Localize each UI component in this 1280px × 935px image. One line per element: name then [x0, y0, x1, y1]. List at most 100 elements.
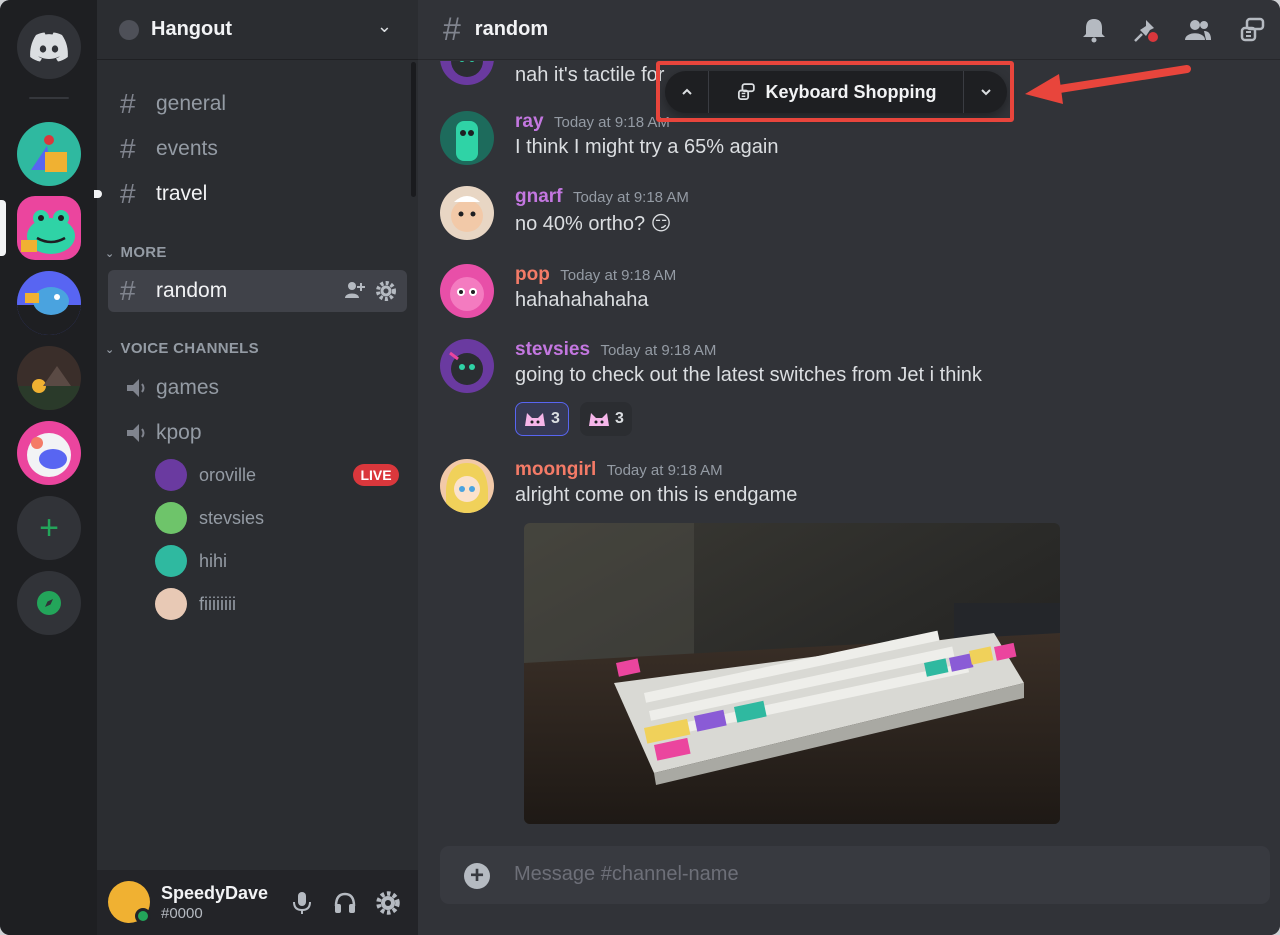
message-header: stevsies Today at 9:18 AM — [515, 339, 716, 361]
explore-servers-button[interactable] — [17, 571, 81, 635]
rail-separator — [29, 97, 69, 99]
channel-random[interactable]: # random — [108, 270, 407, 312]
timestamp: Today at 9:18 AM — [600, 342, 717, 359]
server-icon-5[interactable] — [17, 421, 81, 485]
avatar[interactable] — [440, 61, 494, 85]
message-text: nah it's tactile for — [515, 64, 665, 86]
frog-server-icon — [17, 196, 81, 260]
keyboard-photo-icon — [524, 523, 1060, 824]
cat-emoji-icon — [589, 413, 609, 426]
reaction-button[interactable]: 3 — [515, 402, 569, 436]
server-name: Hangout — [151, 18, 233, 40]
author-name[interactable]: moongirl — [515, 459, 596, 480]
category-more[interactable]: ⌄ MORE — [105, 244, 167, 261]
message-text: going to check out the latest switches f… — [515, 364, 982, 386]
sidebar-scrollbar[interactable] — [411, 62, 416, 197]
hash-icon: # — [120, 88, 136, 119]
timestamp: Today at 9:18 AM — [606, 462, 723, 479]
user-panel: SpeedyDave #0000 — [97, 870, 418, 935]
voice-user-name: oroville — [199, 464, 257, 485]
message-text: hahahahahaha — [515, 289, 649, 311]
add-server-button[interactable]: + — [17, 496, 81, 560]
channel-label: events — [156, 137, 218, 160]
server-art-icon — [17, 421, 81, 485]
server-header[interactable]: Hangout ⌄ — [97, 0, 418, 60]
home-button[interactable] — [17, 15, 81, 79]
threads-icon[interactable] — [1238, 16, 1266, 44]
message-text: no 40% ortho? 😏 — [515, 213, 672, 235]
reaction-button[interactable]: 3 — [580, 402, 632, 436]
avatar[interactable] — [440, 111, 494, 165]
author-name[interactable]: gnarf — [515, 186, 563, 207]
image-attachment[interactable] — [524, 523, 1060, 824]
headphones-icon[interactable] — [332, 890, 358, 916]
chevron-down-icon: ⌄ — [376, 16, 392, 36]
message-input[interactable]: Message #channel-name — [514, 863, 739, 886]
avatar[interactable] — [440, 186, 494, 240]
online-status-icon — [135, 908, 151, 924]
author-name[interactable]: pop — [515, 264, 550, 285]
cat-emoji-icon — [525, 413, 545, 426]
channel-title: random — [474, 18, 549, 40]
members-icon[interactable] — [1184, 16, 1212, 44]
voice-user-oroville[interactable]: oroville — [155, 459, 256, 491]
avatar[interactable] — [440, 264, 494, 318]
chevron-down-icon: ⌄ — [105, 248, 115, 260]
channel-label: general — [156, 92, 227, 115]
bell-icon[interactable] — [1080, 16, 1108, 44]
chat-area: # random nah it's tactile for ray Today … — [418, 0, 1280, 935]
reaction-count: 3 — [551, 410, 560, 427]
server-icon-1[interactable] — [17, 122, 81, 186]
author-name[interactable]: stevsies — [515, 339, 590, 360]
message-text: I think I might try a 65% again — [515, 136, 779, 158]
timestamp: Today at 9:18 AM — [553, 114, 670, 131]
message-header: moongirl Today at 9:18 AM — [515, 459, 723, 481]
avatar-art-icon — [449, 351, 483, 385]
user-tag: #0000 — [161, 905, 203, 922]
avatar-art-icon — [451, 61, 483, 77]
server-rail: + — [0, 0, 97, 935]
voice-user-fiiiiiiii[interactable]: fiiiiiiii — [155, 588, 236, 620]
hash-icon: # — [120, 178, 136, 209]
category-voice[interactable]: ⌄ VOICE CHANNELS — [105, 340, 259, 357]
server-icon-hangout[interactable] — [17, 196, 81, 260]
author-name[interactable]: ray — [515, 111, 544, 132]
selected-server-indicator — [0, 200, 6, 256]
avatar[interactable] — [440, 459, 494, 513]
message-header: ray Today at 9:18 AM — [515, 111, 670, 133]
channel-label: kpop — [156, 421, 202, 444]
channel-events[interactable]: # events — [108, 128, 407, 170]
invite-icon[interactable] — [344, 280, 366, 300]
server-icon-4[interactable] — [17, 346, 81, 410]
voice-user-stevsies[interactable]: stevsies — [155, 502, 264, 534]
voice-channel-games[interactable]: games — [108, 367, 407, 409]
annotation-arrow-icon — [1025, 65, 1191, 104]
voice-user-name: hihi — [199, 550, 228, 571]
channel-sidebar: Hangout ⌄ # general # events # travel ⌄ M… — [94, 0, 418, 935]
message-composer[interactable]: + Message #channel-name — [440, 846, 1270, 904]
channel-label: random — [156, 279, 228, 302]
avatar-art-icon — [456, 121, 478, 161]
message-text: alright come on this is endgame — [515, 484, 798, 506]
server-art-icon — [17, 271, 81, 335]
pin-icon[interactable] — [1132, 16, 1160, 44]
category-label: VOICE CHANNELS — [120, 340, 259, 357]
voice-channel-kpop[interactable]: kpop — [108, 412, 407, 454]
channel-general[interactable]: # general — [108, 83, 407, 125]
gear-icon[interactable] — [375, 890, 401, 916]
user-name: SpeedyDave — [161, 883, 269, 903]
avatar[interactable] — [440, 339, 494, 393]
gear-icon[interactable] — [375, 280, 397, 302]
add-attachment-icon[interactable]: + — [464, 863, 490, 889]
avatar-art-icon — [451, 196, 483, 232]
timestamp: Today at 9:18 AM — [560, 267, 677, 284]
server-icon-3[interactable] — [17, 271, 81, 335]
avatar — [155, 502, 187, 534]
annotation-highlight-box — [656, 61, 1014, 122]
hash-icon: # — [120, 133, 136, 164]
voice-user-hihi[interactable]: hihi — [155, 545, 227, 577]
microphone-icon[interactable] — [289, 890, 315, 916]
channel-travel[interactable]: # travel — [108, 173, 407, 215]
voice-user-name: stevsies — [199, 507, 265, 528]
category-label: MORE — [120, 244, 167, 261]
